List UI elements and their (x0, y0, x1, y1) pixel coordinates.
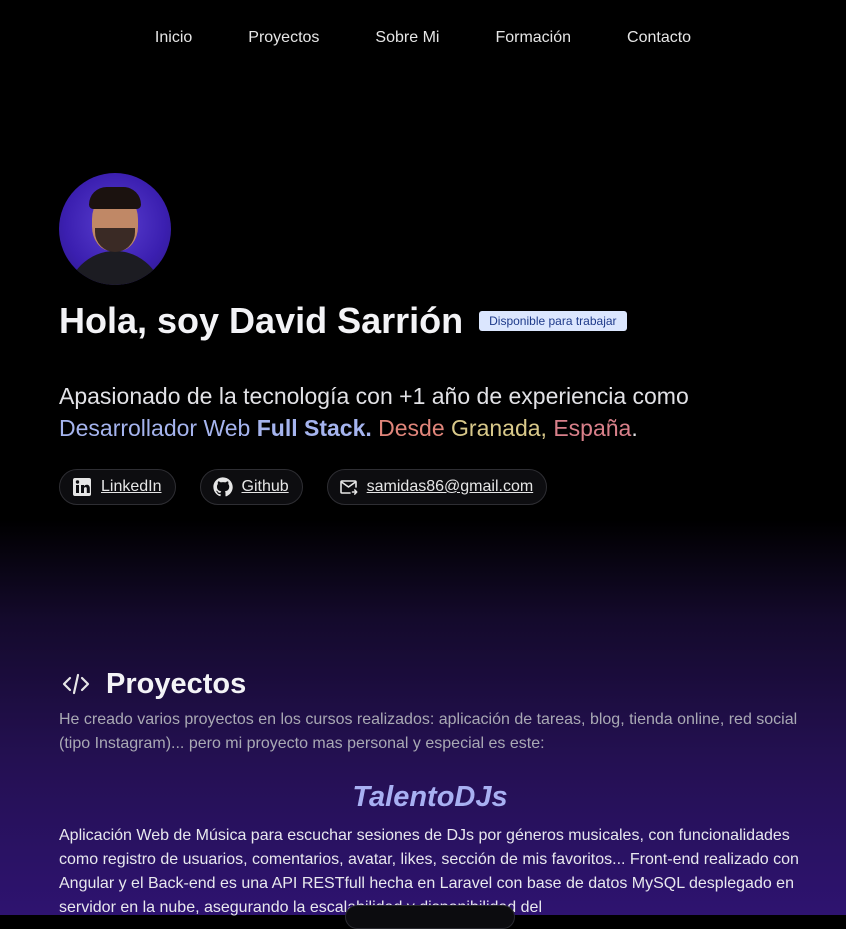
code-icon (62, 673, 90, 695)
linkedin-icon (73, 478, 91, 496)
nav-item-sobre-mi[interactable]: Sobre Mi (347, 0, 467, 76)
projects-title: Proyectos (106, 668, 247, 700)
nav-item-inicio[interactable]: Inicio (127, 0, 220, 76)
intro-city: Granada, (451, 415, 547, 441)
intro-role: Desarrollador Web (59, 415, 251, 441)
github-label: Github (241, 478, 289, 495)
availability-badge: Disponible para trabajar (479, 311, 627, 331)
nav-item-formacion[interactable]: Formación (467, 0, 599, 76)
projects-header: Proyectos (62, 664, 246, 704)
avatar (59, 173, 171, 285)
social-links: LinkedIn Github samidas86@gmail.com (59, 469, 571, 505)
intro-from: Desde (378, 415, 445, 441)
linkedin-label: LinkedIn (101, 478, 162, 495)
intro-text: Apasionado de la tecnología con +1 año d… (59, 380, 779, 444)
page-title: Hola, soy David Sarrión (59, 300, 464, 341)
email-button[interactable]: samidas86@gmail.com (326, 469, 548, 505)
intro-main: Apasionado de la tecnología con +1 año d… (59, 383, 689, 409)
github-icon (212, 477, 233, 497)
top-navigation: Inicio Proyectos Sobre Mi Formación Cont… (0, 0, 846, 76)
email-label: samidas86@gmail.com (366, 478, 534, 495)
hero-title-row: Hola, soy David Sarrión Disponible para … (59, 298, 627, 344)
floating-toolbar[interactable] (345, 905, 515, 929)
github-button[interactable]: Github (199, 469, 303, 505)
nav-item-contacto[interactable]: Contacto (599, 0, 719, 76)
mail-icon (339, 480, 358, 495)
intro-end: . (631, 415, 638, 441)
nav-item-proyectos[interactable]: Proyectos (220, 0, 347, 76)
intro-fullstack: Full Stack. (256, 415, 372, 441)
intro-country: España (553, 415, 632, 441)
linkedin-button[interactable]: LinkedIn (59, 469, 176, 505)
projects-description: He creado varios proyectos en los cursos… (59, 711, 798, 752)
featured-project-title: TalentoDJs (352, 781, 508, 813)
